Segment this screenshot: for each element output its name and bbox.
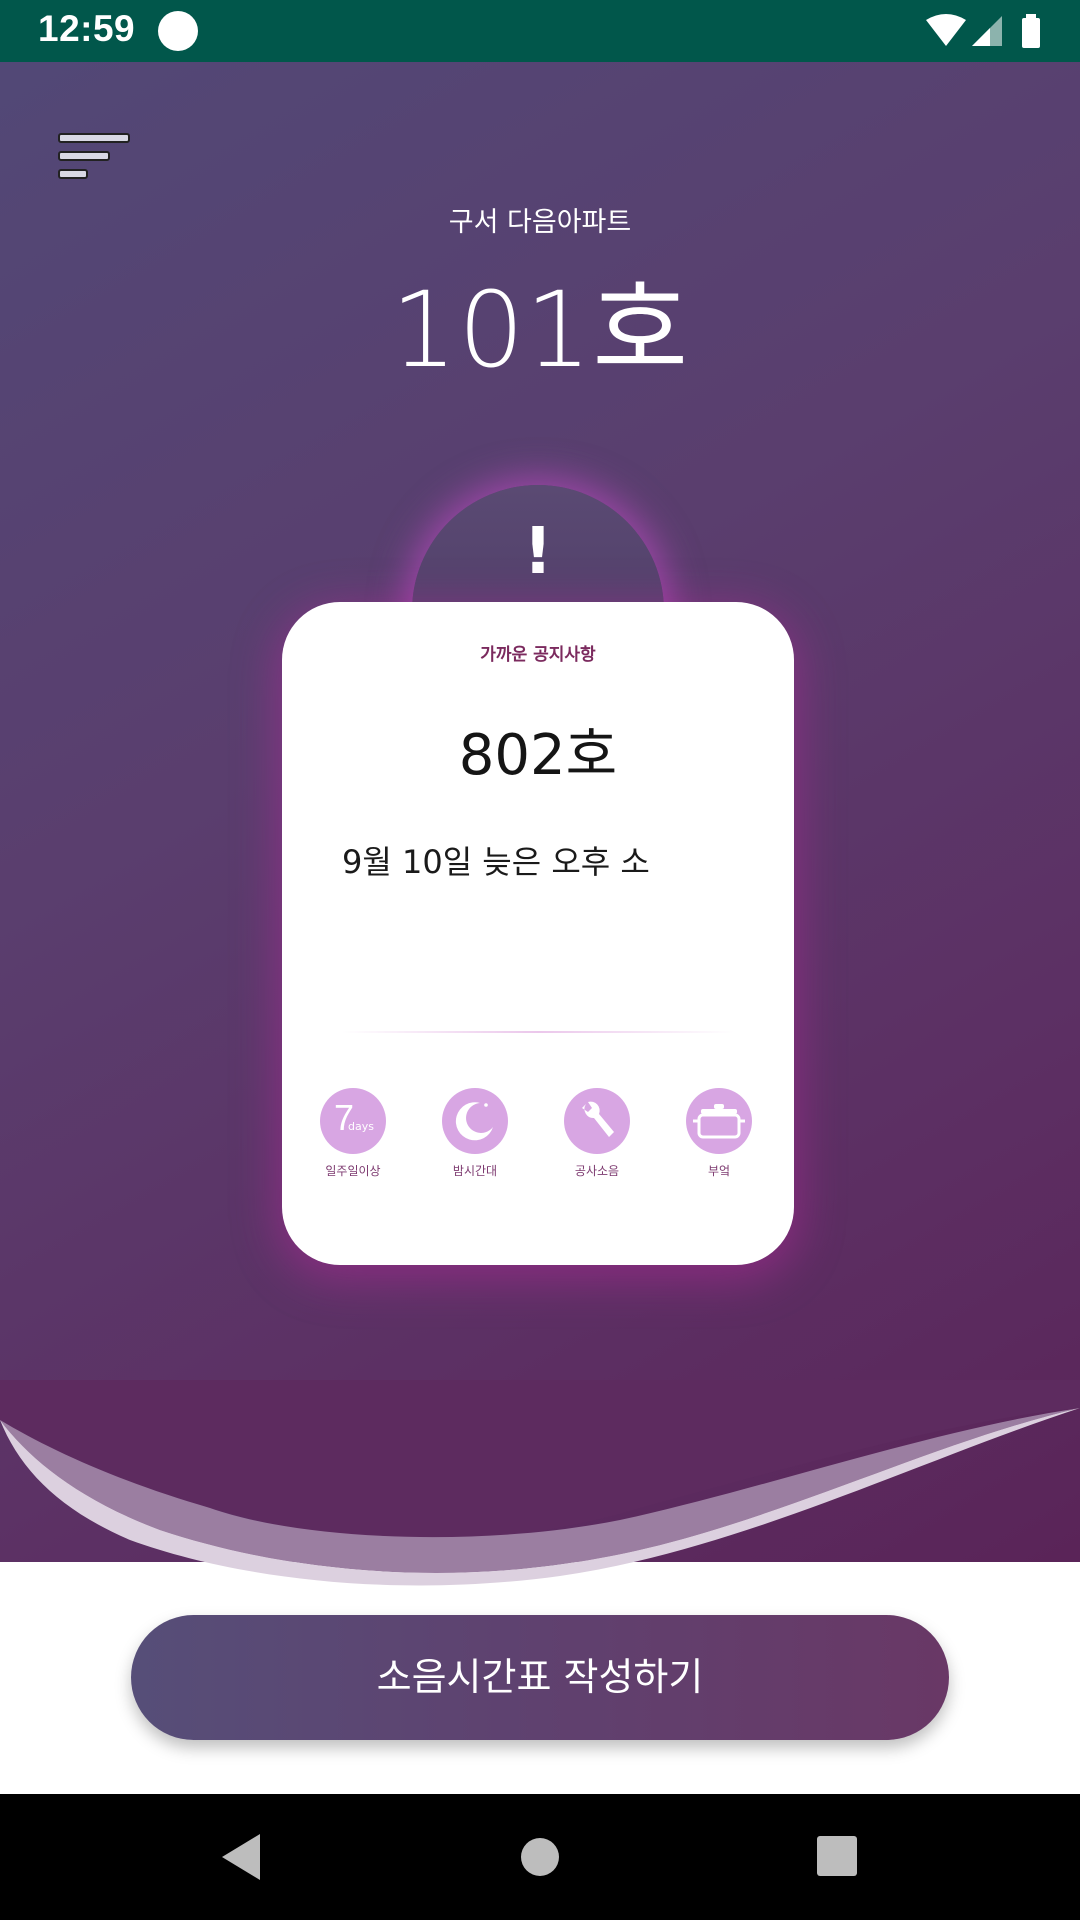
exclamation-icon: ! <box>523 515 553 589</box>
notice-card-label: 가까운 공지사항 <box>480 645 596 665</box>
category-label: 부엌 <box>707 1164 731 1178</box>
system-status-icons <box>926 14 1040 48</box>
status-bar: 12:59 <box>0 0 1080 62</box>
battery-icon <box>1022 14 1040 48</box>
notification-dot-icon <box>158 11 198 51</box>
home-icon[interactable] <box>505 1824 575 1890</box>
category-label: 밤시간대 <box>452 1164 498 1178</box>
category-week-or-more[interactable]: 7 days 일주일이상 <box>293 1088 413 1179</box>
create-noise-schedule-button[interactable]: 소음시간표 작성하기 <box>131 1615 949 1740</box>
wave-decoration <box>0 1380 1080 1586</box>
card-divider <box>342 1031 734 1033</box>
seven-days-unit: days <box>348 1120 374 1133</box>
wifi-icon <box>926 14 966 46</box>
cell-signal-icon <box>972 16 1002 46</box>
category-label: 공사소음 <box>574 1164 620 1178</box>
navigation-bar <box>0 1794 1080 1920</box>
moon-icon <box>442 1088 508 1154</box>
category-label: 일주일이상 <box>325 1164 381 1178</box>
seven-days-icon: 7 days <box>320 1088 386 1154</box>
notice-unit: 802호 <box>458 723 618 788</box>
category-construction-noise[interactable]: 공사소음 <box>537 1088 657 1179</box>
category-night-time[interactable]: 밤시간대 <box>415 1088 535 1179</box>
status-time: 12:59 <box>38 8 136 49</box>
back-icon[interactable] <box>212 1824 282 1890</box>
category-kitchen[interactable]: 부엌 <box>659 1088 779 1179</box>
wrench-icon <box>564 1088 630 1154</box>
notice-card[interactable]: 가까운 공지사항 802호 9월 10일 늦은 오후 소 7 days 일주일이… <box>282 602 794 1265</box>
apartment-name: 구서 다음아파트 <box>448 207 632 238</box>
unit-number-title: 101호 <box>390 269 690 391</box>
pot-icon <box>686 1088 752 1154</box>
menu-icon[interactable] <box>58 133 132 183</box>
recents-icon[interactable] <box>803 1824 873 1890</box>
notice-message: 9월 10일 늦은 오후 소 <box>342 843 650 881</box>
